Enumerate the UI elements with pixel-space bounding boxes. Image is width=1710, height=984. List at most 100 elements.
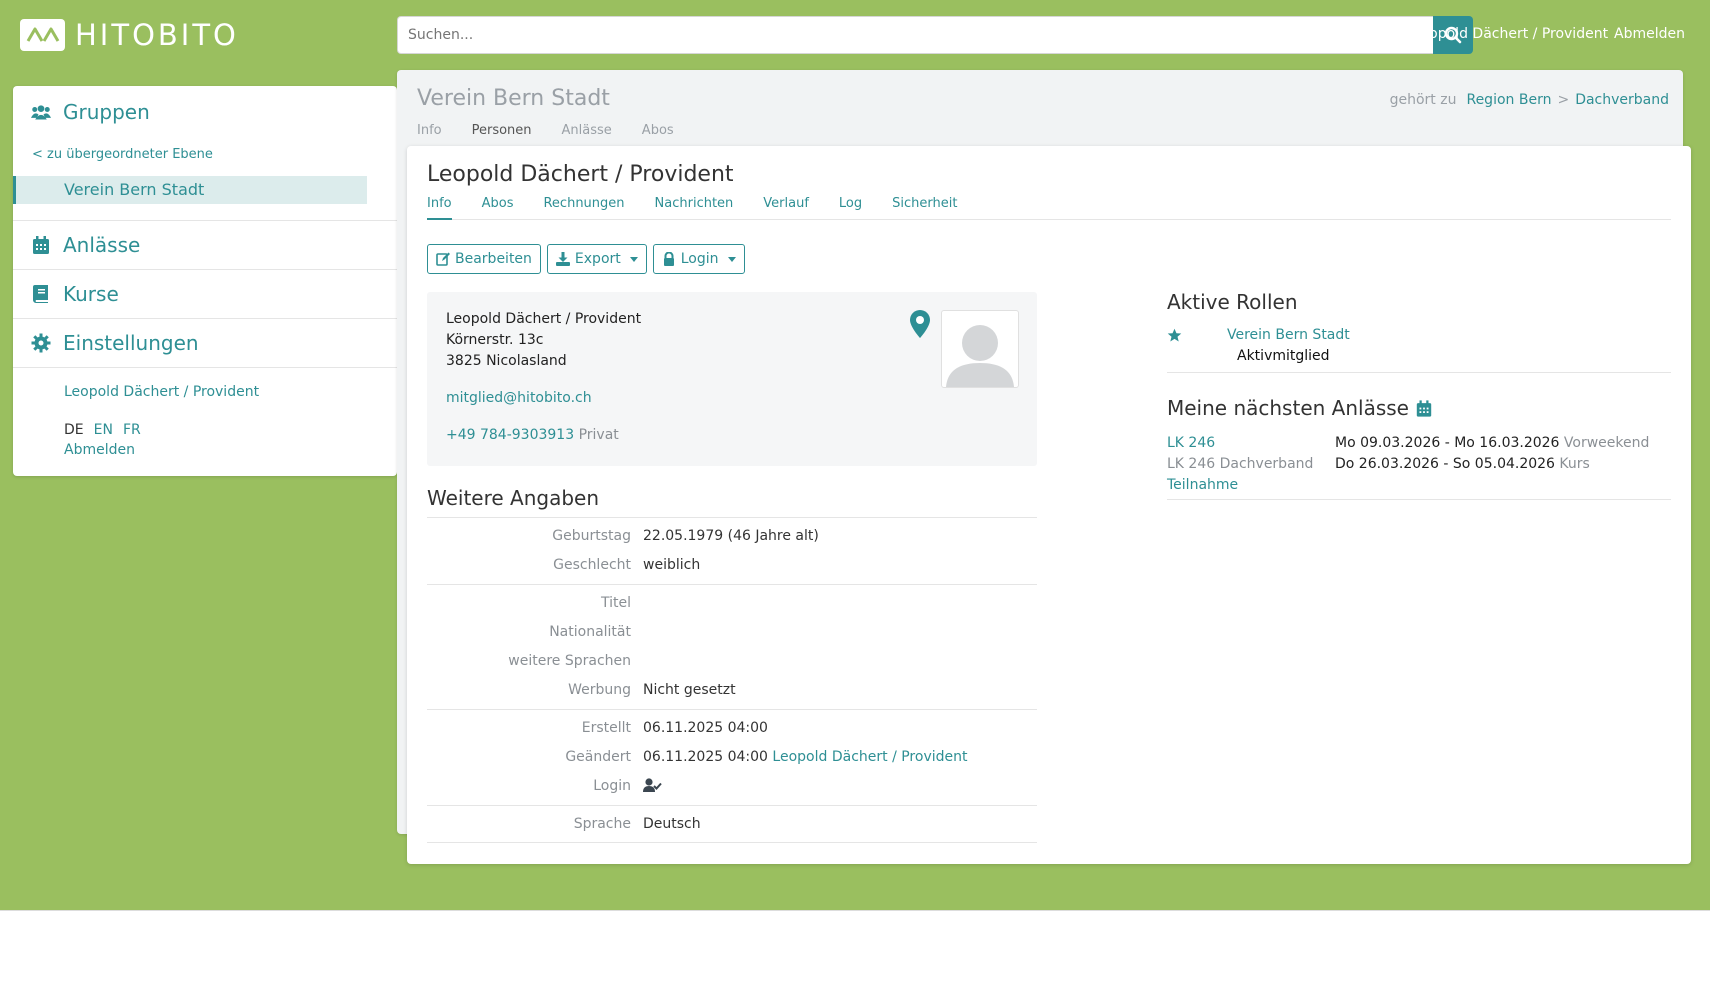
divider: [427, 584, 1037, 585]
language-fr[interactable]: FR: [123, 422, 141, 438]
logo-text: HITOBITO: [75, 18, 239, 52]
divider: [427, 709, 1037, 710]
action-buttons: Bearbeiten Export Login: [427, 244, 745, 274]
divider: [1167, 499, 1671, 500]
detail-value: Nicht gesetzt: [643, 682, 736, 698]
event-participation-link[interactable]: Teilnahme: [1167, 477, 1238, 493]
event-date-range: Do 26.03.2026 - So 05.04.2026: [1335, 456, 1555, 472]
sidebar: Gruppen < zu übergeordneter Ebene Verein…: [13, 86, 397, 476]
sidebar-user-link[interactable]: Leopold Dächert / Provident: [64, 384, 259, 400]
detail-value: 06.11.2025 04:00 Leopold Dächert / Provi…: [643, 749, 968, 765]
role-group-link[interactable]: Verein Bern Stadt: [1227, 327, 1350, 343]
nav-courses[interactable]: Kurse: [31, 282, 119, 306]
person-title: Leopold Dächert / Provident: [427, 162, 734, 187]
breadcrumb: gehört zu Region Bern > Dachverband: [1390, 92, 1669, 108]
detail-label: Sprache: [573, 816, 631, 832]
tab-messages[interactable]: Nachrichten: [655, 196, 734, 220]
language-en[interactable]: EN: [94, 422, 113, 438]
tab-group-persons[interactable]: Personen: [472, 123, 532, 138]
event-link[interactable]: LK 246: [1167, 435, 1215, 451]
edit-button[interactable]: Bearbeiten: [427, 244, 541, 274]
nav-groups[interactable]: Gruppen: [31, 100, 150, 124]
divider: [1167, 372, 1671, 373]
upcoming-events-label: Meine nächsten Anlässe: [1167, 396, 1409, 420]
detail-value: [643, 778, 662, 797]
contact-phone: +49 784-9303913 Privat: [446, 427, 619, 443]
edit-button-label: Bearbeiten: [455, 251, 532, 267]
tab-subscriptions[interactable]: Abos: [482, 196, 514, 220]
nav-events[interactable]: Anlässe: [31, 233, 140, 257]
tab-log[interactable]: Log: [839, 196, 862, 220]
search-input[interactable]: [397, 16, 1433, 54]
tab-group-subscriptions[interactable]: Abos: [642, 123, 674, 138]
lock-icon: [663, 252, 674, 266]
tab-history[interactable]: Verlauf: [763, 196, 809, 220]
header-logout-link[interactable]: Abmelden: [1614, 26, 1685, 42]
detail-label: Geburtstag: [552, 528, 631, 544]
detail-label: Werbung: [568, 682, 631, 698]
upcoming-events-title: Meine nächsten Anlässe: [1167, 396, 1433, 420]
divider: [427, 842, 1037, 843]
language-de: DE: [64, 422, 84, 438]
contact-phone-link[interactable]: +49 784-9303913: [446, 427, 574, 443]
export-button[interactable]: Export: [546, 244, 647, 274]
login-button-label: Login: [680, 251, 719, 267]
active-roles-title: Aktive Rollen: [1167, 290, 1298, 314]
gear-icon: [31, 333, 51, 353]
detail-label: Titel: [600, 595, 631, 611]
tab-info[interactable]: Info: [427, 196, 452, 220]
header-user-link[interactable]: Leopold Dächert / Provident: [1413, 26, 1608, 42]
role-name: Aktivmitglied: [1237, 348, 1330, 364]
contact-box: Leopold Dächert / Provident Körnerstr. 1…: [427, 292, 1037, 466]
tab-security[interactable]: Sicherheit: [892, 196, 957, 220]
group-tabs: Info Personen Anlässe Abos: [417, 123, 674, 138]
divider: [13, 318, 397, 319]
users-icon: [31, 105, 51, 120]
event-date-range: Mo 09.03.2026 - Mo 16.03.2026: [1335, 435, 1560, 451]
chevron-down-icon: [727, 256, 736, 262]
search-bar: [397, 16, 1473, 54]
contact-email-link[interactable]: mitglied@hitobito.ch: [446, 390, 592, 406]
group-title: Verein Bern Stadt: [417, 86, 610, 111]
modified-date: 06.11.2025 04:00: [643, 749, 768, 765]
tab-group-events[interactable]: Anlässe: [562, 123, 612, 138]
modified-by-link[interactable]: Leopold Dächert / Provident: [772, 749, 967, 765]
nav-courses-label: Kurse: [63, 282, 119, 306]
star-icon: [1167, 328, 1182, 342]
divider: [427, 805, 1037, 806]
hitobito-logo[interactable]: HITOBITO: [20, 18, 239, 52]
divider: [13, 269, 397, 270]
sidebar-logout-link[interactable]: Abmelden: [64, 442, 135, 458]
sidebar-item-current-group[interactable]: Verein Bern Stadt: [13, 176, 367, 204]
calendar-icon: [33, 236, 49, 254]
parent-level-link[interactable]: < zu übergeordneter Ebene: [32, 147, 213, 162]
detail-label: Erstellt: [581, 720, 631, 736]
download-icon: [555, 252, 570, 266]
login-button[interactable]: Login: [652, 244, 745, 274]
nav-groups-label: Gruppen: [63, 100, 150, 124]
detail-value: weiblich: [643, 557, 701, 573]
breadcrumb-region-bern[interactable]: Region Bern: [1466, 92, 1551, 108]
nav-settings[interactable]: Einstellungen: [31, 331, 199, 355]
detail-label: Login: [593, 778, 631, 794]
event-group: LK 246 Dachverband: [1167, 456, 1314, 472]
detail-label: Nationalität: [549, 624, 631, 640]
footer: [0, 910, 1710, 984]
further-info-title: Weitere Angaben: [427, 486, 600, 510]
tab-invoices[interactable]: Rechnungen: [543, 196, 624, 220]
tab-group-info[interactable]: Info: [417, 123, 442, 138]
book-icon: [33, 285, 48, 303]
logo-icon: [20, 19, 65, 51]
event-kind: Kurs: [1559, 456, 1590, 472]
chevron-down-icon: [629, 256, 638, 262]
breadcrumb-dachverband[interactable]: Dachverband: [1575, 92, 1669, 108]
user-check-icon: [643, 778, 662, 792]
breadcrumb-separator: >: [1557, 92, 1570, 108]
detail-value: Deutsch: [643, 816, 701, 832]
person-tabs: Info Abos Rechnungen Nachrichten Verlauf…: [427, 196, 1671, 220]
map-marker-icon[interactable]: [909, 310, 931, 338]
person-card: Leopold Dächert / Provident Info Abos Re…: [407, 146, 1691, 864]
detail-label: weitere Sprachen: [508, 653, 631, 669]
calendar-icon: [1416, 399, 1432, 417]
divider: [13, 220, 397, 221]
